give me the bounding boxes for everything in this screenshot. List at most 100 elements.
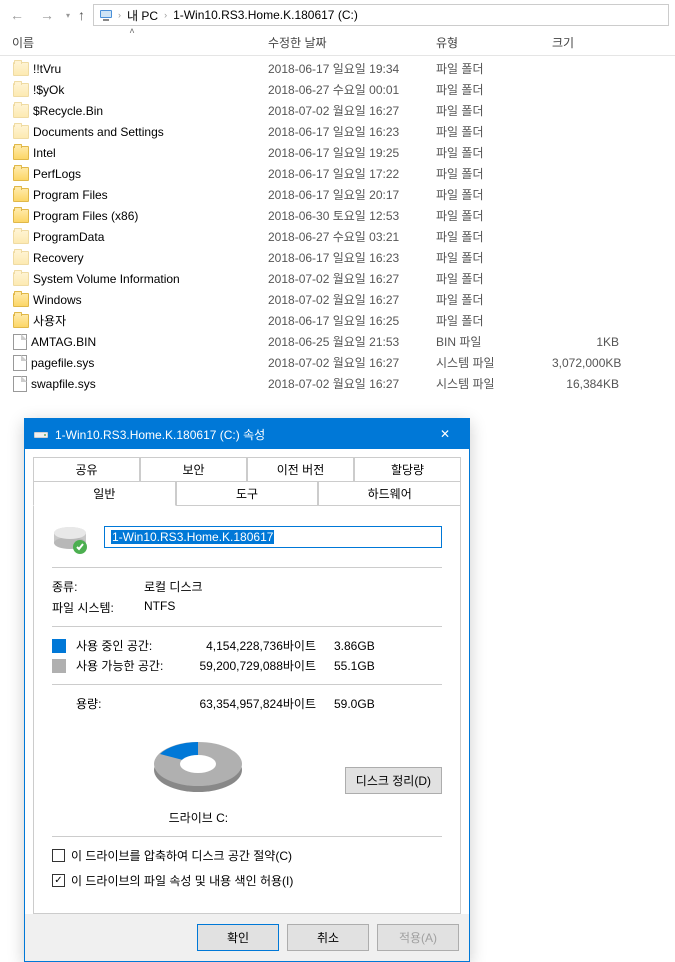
file-row[interactable]: AMTAG.BIN2018-06-25 월요일 21:53BIN 파일1KB	[13, 331, 675, 352]
file-row[interactable]: PerfLogs2018-06-17 일요일 17:22파일 폴더	[13, 163, 675, 184]
file-row[interactable]: Recovery2018-06-17 일요일 16:23파일 폴더	[13, 247, 675, 268]
file-type: 파일 폴더	[436, 165, 552, 182]
disk-usage-pie-icon	[146, 734, 250, 798]
file-icon	[13, 334, 27, 350]
folder-icon	[13, 251, 29, 265]
file-date: 2018-06-17 일요일 16:25	[268, 312, 436, 329]
file-type: 파일 폴더	[436, 123, 552, 140]
column-header-size[interactable]: 크기	[552, 34, 642, 51]
breadcrumb-item[interactable]: 내 PC	[125, 7, 160, 24]
column-header-date[interactable]: 수정한 날짜	[268, 34, 436, 51]
file-date: 2018-06-27 수요일 00:01	[268, 81, 436, 98]
file-row[interactable]: !$yOk 2018-06-27 수요일 00:01파일 폴더	[13, 79, 675, 100]
cancel-button[interactable]: 취소	[287, 924, 369, 951]
file-name: AMTAG.BIN	[31, 335, 96, 349]
disk-cleanup-button[interactable]: 디스크 정리(D)	[345, 767, 442, 794]
file-name: !$yOk	[33, 83, 64, 97]
tab-share[interactable]: 공유	[33, 457, 140, 482]
breadcrumb-separator-icon[interactable]: ›	[118, 10, 121, 20]
pc-icon	[98, 7, 114, 23]
tab-container: 공유 보안 이전 버전 할당량 일반 도구 하드웨어	[25, 449, 469, 914]
free-swatch-icon	[52, 659, 66, 673]
dialog-titlebar[interactable]: 1-Win10.RS3.Home.K.180617 (C:) 속성 ✕	[25, 419, 469, 449]
compress-checkbox-row[interactable]: 이 드라이브를 압축하여 디스크 공간 절약(C)	[52, 847, 442, 864]
folder-icon	[13, 146, 29, 160]
drive-letter-label: 드라이브 C:	[52, 809, 345, 826]
drive-large-icon	[52, 519, 88, 555]
drive-name-input[interactable]: 1-Win10.RS3.Home.K.180617	[104, 526, 442, 548]
filesystem-value: NTFS	[144, 599, 442, 616]
used-space-gb: 3.86GB	[334, 639, 394, 653]
file-row[interactable]: System Volume Information2018-07-02 월요일 …	[13, 268, 675, 289]
file-name: !!tVru	[33, 62, 61, 76]
file-row[interactable]: $Recycle.Bin2018-07-02 월요일 16:27파일 폴더	[13, 100, 675, 121]
divider	[52, 626, 442, 627]
file-date: 2018-06-27 수요일 03:21	[268, 228, 436, 245]
file-row[interactable]: swapfile.sys2018-07-02 월요일 16:27시스템 파일16…	[13, 373, 675, 394]
checkbox-checked-icon[interactable]: ✓	[52, 874, 65, 887]
folder-icon	[13, 209, 29, 223]
breadcrumb-item[interactable]: 1-Win10.RS3.Home.K.180617 (C:)	[171, 8, 360, 22]
file-name: 사용자	[33, 312, 66, 329]
used-space-bytes: 4,154,228,736바이트	[184, 637, 334, 654]
checkbox-icon[interactable]	[52, 849, 65, 862]
tab-previous-versions[interactable]: 이전 버전	[247, 457, 354, 482]
file-row[interactable]: Windows2018-07-02 월요일 16:27파일 폴더	[13, 289, 675, 310]
file-type: 파일 폴더	[436, 228, 552, 245]
index-checkbox-row[interactable]: ✓ 이 드라이브의 파일 속성 및 내용 색인 허용(I)	[52, 872, 442, 889]
folder-icon	[13, 272, 29, 286]
used-swatch-icon	[52, 639, 66, 653]
up-arrow-icon[interactable]: ↑	[78, 7, 85, 23]
file-type: 파일 폴더	[436, 81, 552, 98]
file-name: $Recycle.Bin	[33, 104, 103, 118]
tab-quota[interactable]: 할당량	[354, 457, 461, 482]
divider	[52, 836, 442, 837]
file-name: PerfLogs	[33, 167, 81, 181]
type-label: 종류:	[52, 578, 144, 595]
file-row[interactable]: ProgramData 2018-06-27 수요일 03:21파일 폴더	[13, 226, 675, 247]
tab-security[interactable]: 보안	[140, 457, 247, 482]
file-type: 파일 폴더	[436, 270, 552, 287]
file-name: pagefile.sys	[31, 356, 94, 370]
address-bar[interactable]: › 내 PC › 1-Win10.RS3.Home.K.180617 (C:)	[93, 4, 669, 26]
file-name: Intel	[33, 146, 56, 160]
file-date: 2018-06-17 일요일 16:23	[268, 249, 436, 266]
file-row[interactable]: Documents and Settings2018-06-17 일요일 16:…	[13, 121, 675, 142]
tab-tools[interactable]: 도구	[176, 481, 319, 506]
file-row[interactable]: pagefile.sys2018-07-02 월요일 16:27시스템 파일3,…	[13, 352, 675, 373]
folder-icon	[13, 104, 29, 118]
index-label: 이 드라이브의 파일 속성 및 내용 색인 허용(I)	[71, 872, 293, 889]
column-header-name[interactable]: 이름 ˄	[12, 34, 268, 51]
file-type: BIN 파일	[436, 333, 552, 350]
file-name: Program Files	[33, 188, 108, 202]
folder-icon	[13, 293, 29, 307]
tab-hardware[interactable]: 하드웨어	[318, 481, 461, 506]
tab-general[interactable]: 일반	[33, 481, 176, 506]
file-type: 시스템 파일	[436, 375, 552, 392]
type-value: 로컬 디스크	[144, 578, 442, 595]
file-row[interactable]: Intel2018-06-17 일요일 19:25파일 폴더	[13, 142, 675, 163]
file-row[interactable]: 사용자2018-06-17 일요일 16:25파일 폴더	[13, 310, 675, 331]
tabs-row-back: 공유 보안 이전 버전 할당량	[33, 457, 461, 482]
file-row[interactable]: !!tVru2018-06-17 일요일 19:34파일 폴더	[13, 58, 675, 79]
free-space-bytes: 59,200,729,088바이트	[184, 657, 334, 674]
capacity-label: 용량:	[76, 695, 184, 712]
ok-button[interactable]: 확인	[197, 924, 279, 951]
file-row[interactable]: Program Files (x86)2018-06-30 토요일 12:53파…	[13, 205, 675, 226]
filesystem-label: 파일 시스템:	[52, 599, 144, 616]
file-name: System Volume Information	[33, 272, 180, 286]
history-dropdown-icon[interactable]: ▾	[66, 11, 70, 20]
column-header-type[interactable]: 유형	[436, 34, 552, 51]
folder-icon	[13, 230, 29, 244]
back-arrow-icon[interactable]: ←	[6, 7, 28, 23]
file-size: 16,384KB	[552, 377, 627, 391]
file-row[interactable]: Program Files2018-06-17 일요일 20:17파일 폴더	[13, 184, 675, 205]
file-name: ProgramData	[33, 230, 104, 244]
folder-icon	[13, 188, 29, 202]
breadcrumb-separator-icon[interactable]: ›	[164, 10, 167, 20]
dialog-title: 1-Win10.RS3.Home.K.180617 (C:) 속성	[55, 426, 425, 443]
close-button[interactable]: ✕	[425, 420, 465, 448]
file-name: Recovery	[33, 251, 84, 265]
drive-name-value: 1-Win10.RS3.Home.K.180617	[111, 530, 274, 544]
file-type: 파일 폴더	[436, 102, 552, 119]
